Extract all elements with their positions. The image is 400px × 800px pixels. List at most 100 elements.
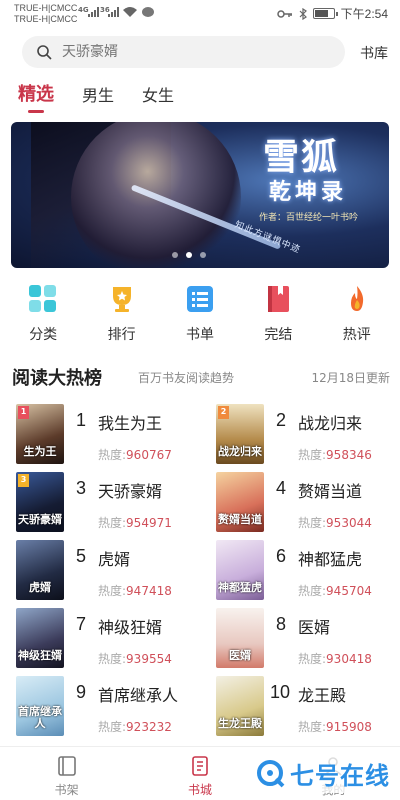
book-card[interactable]: 虎婿 5 虎婿 热度:947418: [16, 540, 206, 604]
book-rank: 9: [76, 682, 87, 702]
tab-featured[interactable]: 精选: [18, 80, 54, 113]
book-heat: 热度:930418: [298, 650, 372, 667]
book-card[interactable]: 战龙归来 2 2 战龙归来 热度:958346: [216, 404, 400, 468]
banner-author: 作者：百世经纶一叶书吟: [259, 213, 359, 223]
completed-button[interactable]: 完结: [246, 282, 310, 348]
book-heat: 热度:947418: [98, 582, 172, 599]
book-heat: 热度:915908: [298, 718, 372, 735]
heat-value: 954971: [126, 516, 172, 530]
category-button[interactable]: 分类: [11, 282, 75, 348]
book-cover[interactable]: 首席继承人: [16, 676, 64, 736]
book-cover-title: 天骄豪婿: [18, 513, 62, 526]
ranking-subtitle: 百万书友阅读趋势: [138, 371, 235, 385]
tab-label: 精选: [18, 84, 54, 105]
signal-icon: [108, 7, 119, 17]
wifi-icon: [123, 7, 137, 17]
book-title: 医婿: [298, 618, 331, 637]
book-heat: 热度:954971: [98, 514, 172, 531]
heat-label: 热度:: [98, 448, 127, 462]
rank-ribbon: 2: [218, 406, 229, 419]
tab-label: 男生: [82, 86, 115, 105]
heat-value: 923232: [126, 720, 172, 734]
search-input[interactable]: [62, 44, 302, 60]
heat-value: 939554: [126, 652, 172, 666]
search-box[interactable]: [22, 36, 345, 68]
book-rank: 1: [76, 410, 87, 430]
book-cover[interactable]: 生龙王殿: [216, 676, 264, 736]
key-icon: [276, 9, 292, 18]
rank-ribbon: 3: [18, 474, 29, 487]
book-card[interactable]: 神级狂婿 7 神级狂婿 热度:939554: [16, 608, 206, 672]
tab-label: 女生: [142, 86, 175, 105]
hot-review-button[interactable]: 热评: [325, 282, 389, 348]
heat-label: 热度:: [98, 652, 127, 666]
book-heat: 热度:945704: [298, 582, 372, 599]
booklist-button[interactable]: 书单: [168, 282, 232, 348]
carousel-dot[interactable]: [186, 252, 192, 258]
book-cover[interactable]: 生为王 1: [16, 404, 64, 464]
nav-bookshelf[interactable]: 书架: [0, 747, 133, 800]
quick-nav-label: 书单: [185, 327, 214, 343]
carrier-label: TRUE-H|CMCC: [14, 14, 78, 24]
search-icon: [37, 45, 52, 60]
book-card[interactable]: 首席继承人 9 首席继承人 热度:923232: [16, 676, 206, 740]
banner-subtitle: 乾坤录: [269, 179, 348, 205]
book-rank: 4: [276, 478, 287, 498]
heat-label: 热度:: [298, 516, 327, 530]
quick-nav-label: 分类: [29, 327, 58, 343]
book-title: 虎婿: [98, 550, 131, 569]
book-rank: 6: [276, 546, 287, 566]
ranking-button[interactable]: 排行: [90, 282, 154, 348]
carousel-dot[interactable]: [172, 252, 178, 258]
heat-label: 热度:: [98, 516, 127, 530]
book-title: 神都猛虎: [298, 550, 363, 569]
banner-tagline: 知此方谜惧中迹: [233, 220, 302, 256]
heat-label: 热度:: [298, 652, 327, 666]
ranking-title: 阅读大热榜: [12, 368, 102, 389]
heat-label: 热度:: [298, 720, 327, 734]
heat-label: 热度:: [298, 448, 327, 462]
book-cover-title: 赘婿当道: [218, 513, 262, 526]
book-title: 赘婿当道: [298, 482, 363, 501]
nav-bookstore[interactable]: 书城: [133, 747, 266, 800]
book-cover[interactable]: 虎婿: [16, 540, 64, 600]
nav-label: 书架: [54, 783, 79, 797]
book-card[interactable]: 神都猛虎 6 神都猛虎热度:945704: [216, 540, 400, 604]
rank-ribbon: 1: [18, 406, 29, 419]
book-cover[interactable]: 战龙归来 2: [216, 404, 264, 464]
book-cover[interactable]: 神级狂婿: [16, 608, 64, 668]
heat-value: 947418: [126, 584, 172, 598]
book-icon: [261, 282, 295, 316]
library-link[interactable]: 书库: [360, 43, 388, 63]
book-cover[interactable]: 医婿: [216, 608, 264, 668]
tab-female[interactable]: 女生: [142, 80, 174, 112]
book-title: 首席继承人: [98, 686, 179, 705]
book-title: 龙王殿: [298, 686, 347, 705]
book-heat: 热度:953044: [298, 514, 372, 531]
book-title: 战龙归来: [298, 414, 363, 433]
book-rank: 10: [270, 682, 291, 702]
book-cover[interactable]: 天骄豪婿 3: [16, 472, 64, 532]
book-title: 我生为王: [98, 414, 163, 433]
book-rank: 3: [76, 478, 87, 498]
carrier-label: TRUE-H|CMCC: [14, 3, 78, 13]
book-cover[interactable]: 神都猛虎: [216, 540, 264, 600]
tab-male[interactable]: 男生: [82, 80, 114, 112]
book-rank: 8: [276, 614, 287, 634]
fire-icon: [340, 282, 374, 316]
heat-label: 热度:: [298, 584, 327, 598]
heat-value: 960767: [126, 448, 172, 462]
book-cover[interactable]: 赘婿当道: [216, 472, 264, 532]
carousel-dot[interactable]: [200, 252, 206, 258]
book-cover-title: 虎婿: [29, 581, 51, 594]
book-card[interactable]: 天骄豪婿 3 3 天骄豪婿 热度:954971: [16, 472, 206, 536]
book-card[interactable]: 生为王 1 1 我生为王 热度:960767: [16, 404, 206, 468]
book-card[interactable]: 医婿 8 医婿热度:930418: [216, 608, 400, 672]
heat-value: 945704: [326, 584, 372, 598]
book-card[interactable]: 生龙王殿 10 龙王殿热度:915908: [216, 676, 400, 740]
bookshelf-icon: [57, 756, 76, 776]
quick-nav: 分类 排行 书单 完结 热评: [0, 282, 400, 348]
category-icon: [26, 282, 60, 316]
book-card[interactable]: 赘婿当道 4 赘婿当道 热度:953044: [216, 472, 400, 536]
promo-banner[interactable]: 雪狐 乾坤录 作者：百世经纶一叶书吟 知此方谜惧中迹: [11, 122, 389, 268]
